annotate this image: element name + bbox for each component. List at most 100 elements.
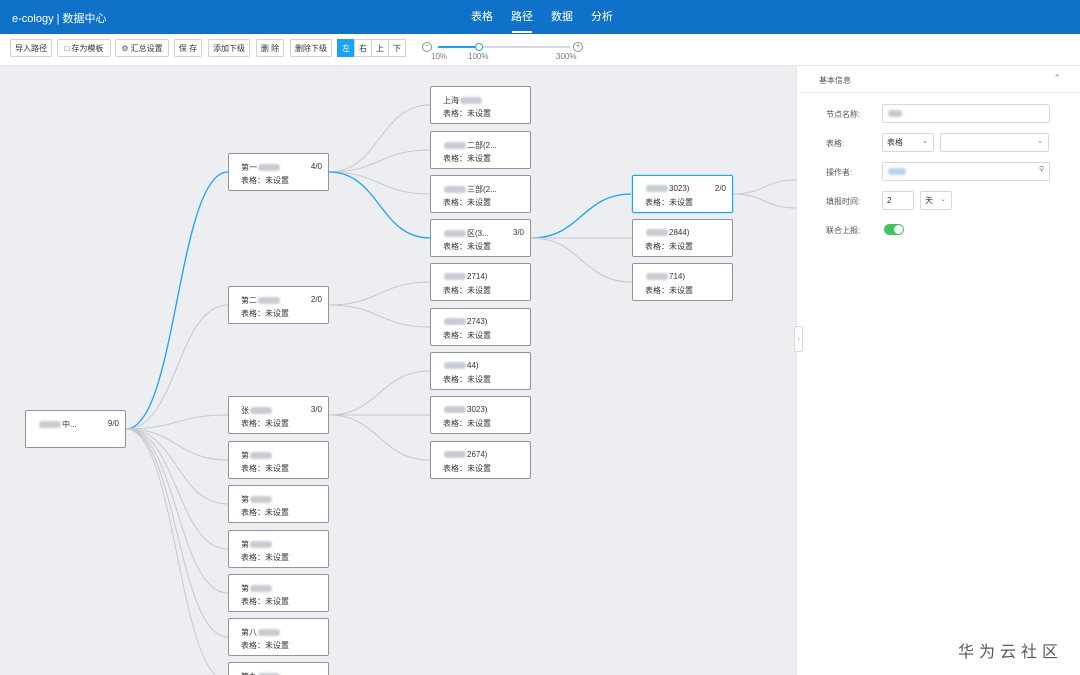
tree-node[interactable]: 714) 表格：未设置	[632, 263, 733, 301]
tree-node[interactable]: 3023) 2/0 表格：未设置	[632, 175, 733, 213]
tree-node[interactable]: 第八 表格：未设置	[228, 618, 329, 656]
save-template-button[interactable]: □ 存为模板	[57, 39, 111, 57]
import-path-label: 导入路径	[15, 43, 47, 53]
tree-node[interactable]: 2844) 表格：未设置	[632, 219, 733, 257]
node-form-status: 表格：未设置	[443, 109, 491, 118]
tree-edge	[125, 414, 229, 430]
node-form-status: 表格：未设置	[443, 198, 491, 207]
chevron-up-icon[interactable]: ⌃	[1053, 73, 1061, 84]
zoom-in-icon[interactable]: +	[573, 42, 583, 52]
redacted-text	[444, 186, 466, 194]
tree-node[interactable]: 区(3... 3/0 表格：未设置	[430, 219, 531, 257]
node-title: 714)	[645, 272, 685, 281]
node-title: 44)	[443, 361, 479, 370]
node-form-status: 表格：未设置	[443, 286, 491, 295]
gear-icon: ⚙	[121, 43, 129, 53]
tree-node[interactable]: 第表格：未设置	[228, 574, 329, 612]
form-select[interactable]: ⌄	[940, 133, 1049, 152]
tree-edge	[125, 304, 229, 430]
summary-settings-button[interactable]: ⚙ 汇总设置	[115, 39, 169, 57]
node-title: 第	[241, 494, 273, 505]
node-name-input[interactable]	[882, 104, 1050, 123]
node-form-status: 表格：未设置	[443, 331, 491, 340]
node-count: 3/0	[512, 228, 524, 237]
tree-node[interactable]: 2714) 表格：未设置	[430, 263, 531, 301]
redacted-text	[444, 318, 466, 326]
chevron-right-icon[interactable]: ›	[794, 326, 803, 352]
node-form-status: 表格：未设置	[645, 242, 693, 251]
report-time-unit-select[interactable]: 天 ⌄	[920, 191, 952, 210]
redacted-text	[250, 541, 272, 549]
search-icon[interactable]: ⚲	[1039, 165, 1044, 173]
top-bar: e-cology | 数据中心 表格 路径 数据 分析	[0, 0, 1080, 34]
tab-1[interactable]: 路径	[502, 0, 542, 34]
node-name: 中...	[62, 420, 77, 429]
tree-node[interactable]: 三部(2... 表格：未设置	[430, 175, 531, 213]
tree-edge	[328, 171, 431, 239]
tree-node[interactable]: 第表格：未设置	[228, 485, 329, 523]
delete-button[interactable]: 删 除	[256, 39, 284, 57]
zoom-current-label: 100%	[468, 52, 489, 61]
tree-node[interactable]: 2743) 表格：未设置	[430, 308, 531, 346]
zoom-out-icon[interactable]: −	[422, 42, 432, 52]
summary-settings-label: 汇总设置	[130, 43, 163, 53]
tab-0[interactable]: 表格	[462, 0, 502, 34]
node-name: 第	[241, 451, 249, 460]
redacted-text	[258, 164, 280, 172]
tree-node[interactable]: 2674) 表格：未设置	[430, 441, 531, 479]
node-name-label: 节点名称:	[826, 110, 861, 119]
node-title: 2674)	[443, 450, 487, 459]
form-type-select[interactable]: 表格 ⌄	[882, 133, 934, 152]
tree-node[interactable]: 上海 表格：未设置	[430, 86, 531, 124]
redacted-text	[646, 185, 668, 193]
zoom-slider-fill	[438, 46, 479, 48]
direction-button-3[interactable]: 下	[388, 39, 406, 57]
tree-node[interactable]: 第表格：未设置	[228, 530, 329, 568]
direction-button-0[interactable]: 左	[337, 39, 355, 57]
report-time-value: 2	[887, 196, 892, 205]
tree-edges	[125, 104, 796, 675]
save-button[interactable]: 保 存	[174, 39, 202, 57]
zoom-slider-handle[interactable]	[474, 43, 483, 51]
node-form-status: 表格：未设置	[241, 309, 289, 318]
node-count: 4/0	[310, 162, 322, 171]
path-canvas[interactable]: 中... 9/0 第一 4/0 表格：未设置 第二 2/0 表格：未设置张 3/0 表格：未设置第…	[0, 66, 796, 675]
operator-value-redacted	[888, 168, 906, 175]
tree-node[interactable]: 第九	[228, 662, 329, 675]
report-time-input[interactable]: 2	[882, 191, 914, 210]
tree-node[interactable]: 44) 表格：未设置	[430, 352, 531, 390]
redacted-text	[444, 406, 466, 414]
tab-3[interactable]: 分析	[582, 0, 622, 34]
joint-report-toggle[interactable]	[884, 224, 904, 235]
node-form-status: 表格：未设置	[443, 464, 491, 473]
zoom-slider[interactable]	[438, 43, 570, 51]
node-form-status: 表格：未设置	[241, 464, 289, 473]
save-template-label: 存为模板	[71, 43, 104, 53]
direction-button-1[interactable]: 右	[354, 39, 372, 57]
template-icon: □	[64, 43, 70, 53]
tree-node[interactable]: 中... 9/0	[25, 410, 126, 448]
direction-button-2[interactable]: 上	[371, 39, 389, 57]
tree-node[interactable]: 第二 2/0 表格：未设置	[228, 286, 329, 324]
add-child-button[interactable]: 添加下级	[208, 39, 250, 57]
tree-node[interactable]: 第一 4/0 表格：未设置	[228, 153, 329, 191]
tree-edge	[732, 193, 796, 209]
tab-2[interactable]: 数据	[542, 0, 582, 34]
node-count: 9/0	[107, 419, 119, 428]
tree-edge	[328, 171, 431, 195]
tree-node[interactable]: 3023) 表格：未设置	[430, 396, 531, 434]
redacted-text	[258, 297, 280, 305]
node-form-status: 表格：未设置	[241, 419, 289, 428]
operator-input[interactable]: ⚲	[882, 162, 1050, 181]
redacted-text	[444, 273, 466, 281]
node-title: 三部(2...	[443, 184, 497, 195]
tree-node[interactable]: 张 3/0 表格：未设置	[228, 396, 329, 434]
chevron-down-icon: ⌄	[922, 138, 928, 145]
tree-node[interactable]: 第表格：未设置	[228, 441, 329, 479]
delete-child-button[interactable]: 删除下级	[290, 39, 332, 57]
import-path-button[interactable]: 导入路径	[10, 39, 52, 57]
node-count: 3/0	[310, 405, 322, 414]
node-name: 第	[241, 584, 249, 593]
tree-edge	[328, 149, 431, 173]
tree-node[interactable]: 二部(2... 表格：未设置	[430, 131, 531, 169]
